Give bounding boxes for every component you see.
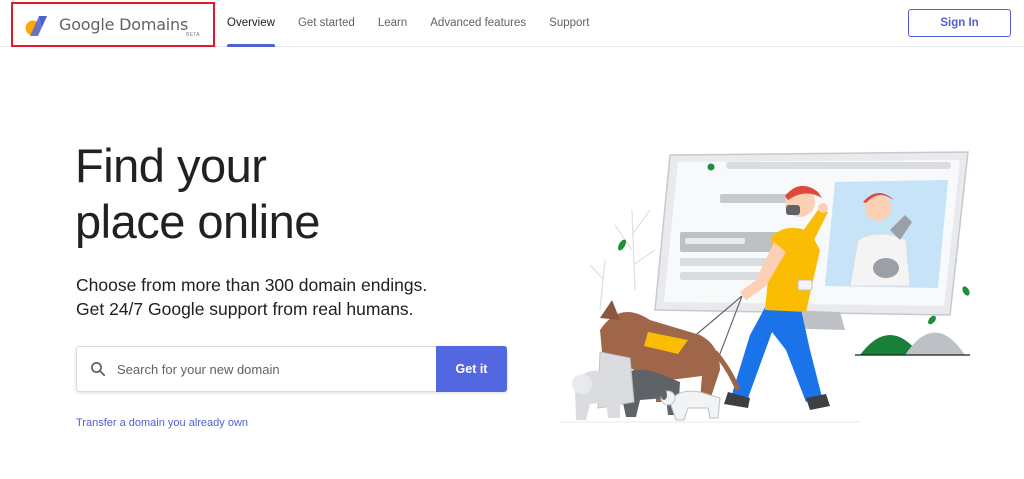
headline-line-2: place online bbox=[75, 195, 320, 248]
hero-headline: Find your place online bbox=[75, 138, 395, 250]
nav-get-started[interactable]: Get started bbox=[298, 0, 355, 47]
nav-support[interactable]: Support bbox=[549, 0, 589, 47]
get-it-button[interactable]: Get it bbox=[436, 346, 507, 392]
domain-search-box: Get it bbox=[76, 346, 507, 392]
hero-subline-2: Get 24/7 Google support from real humans… bbox=[76, 299, 414, 319]
google-domains-logo-icon bbox=[25, 16, 47, 36]
brand-name: Google Domains bbox=[59, 15, 189, 34]
brand-logo-link[interactable]: Google Domains BETA bbox=[11, 2, 215, 47]
person-walking-dogs-with-monitor-illustration bbox=[560, 151, 970, 423]
nav-learn[interactable]: Learn bbox=[378, 0, 407, 47]
hero-subline-1: Choose from more than 300 domain endings… bbox=[76, 275, 428, 295]
sign-in-button[interactable]: Sign In bbox=[908, 9, 1011, 37]
headline-line-1: Find your bbox=[75, 139, 267, 192]
top-header: Google Domains BETA Overview Get started… bbox=[0, 0, 1024, 47]
nav-overview[interactable]: Overview bbox=[227, 0, 275, 47]
domain-search-input[interactable] bbox=[117, 359, 427, 379]
main-nav: Overview Get started Learn Advanced feat… bbox=[227, 0, 612, 47]
beta-badge: BETA bbox=[186, 32, 200, 38]
search-icon bbox=[91, 362, 106, 377]
transfer-domain-link[interactable]: Transfer a domain you already own bbox=[76, 417, 248, 429]
nav-advanced-features[interactable]: Advanced features bbox=[430, 0, 526, 47]
